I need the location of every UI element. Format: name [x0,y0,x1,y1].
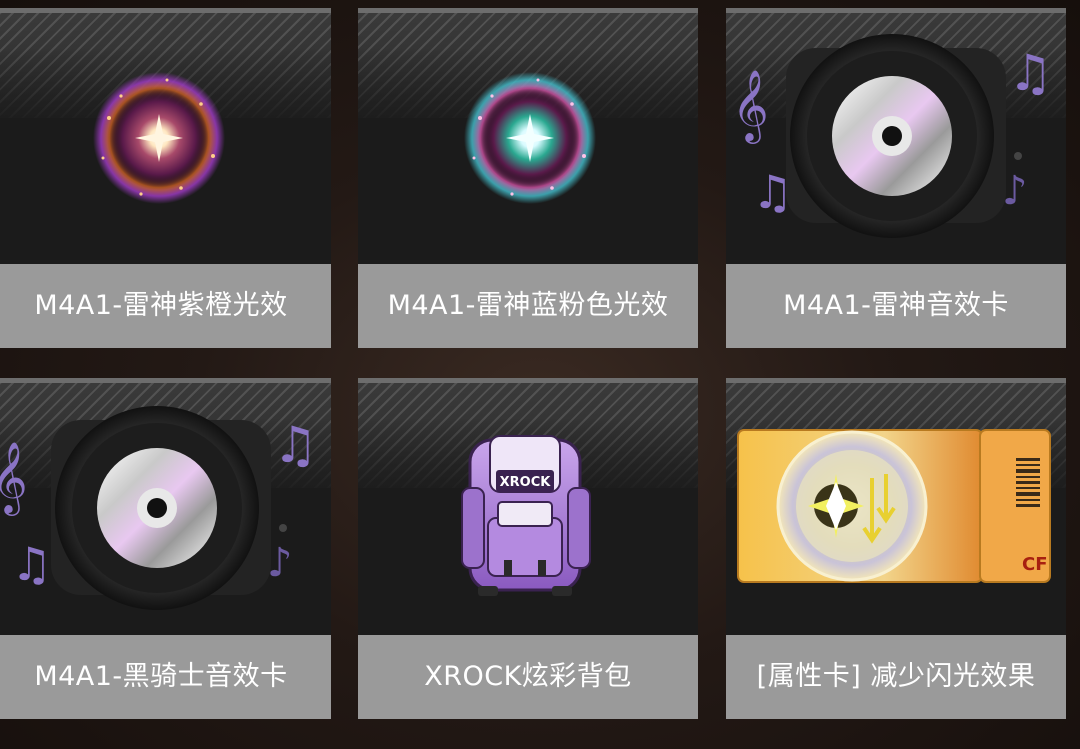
card-brand-mark: CF [1022,554,1048,575]
svg-text:♫: ♫ [273,416,318,474]
item-name-label: XROCK炫彩背包 [358,635,698,719]
svg-text:♪: ♪ [267,540,293,586]
svg-text:♫: ♫ [752,165,793,219]
item-name-label: M4A1-雷神蓝粉色光效 [358,264,698,348]
item-card-thor-blue-pink[interactable]: M4A1-雷神蓝粉色光效 [358,8,698,348]
item-name-label: M4A1-雷神紫橙光效 [0,264,331,348]
item-card-xrock-backpack[interactable]: XROCK XROCK炫彩背包 [358,378,698,719]
sound-card-disc-icon: 𝄞 ♫ ♫ ♪ [732,34,1053,238]
item-name-label: M4A1-黑骑士音效卡 [0,635,331,719]
purple-orange-glow-effect-icon [93,72,225,204]
svg-text:♫: ♫ [11,537,52,591]
svg-text:♫: ♫ [1008,44,1053,102]
backpack-icon: XROCK [461,435,591,596]
backpack-logo: XROCK [500,475,552,490]
attribute-card-flash-icon: CF [737,429,1051,583]
blue-pink-glow-effect-icon [464,72,596,204]
item-card-black-knight-sound-card[interactable]: 𝄞 ♫ ♫ ♪ M4A1-黑骑士音效卡 [0,378,331,719]
svg-text:𝄞: 𝄞 [0,440,28,516]
sound-card-disc-icon: 𝄞 ♫ ♫ ♪ [0,406,318,610]
item-name-label: M4A1-雷神音效卡 [726,264,1066,348]
svg-text:♪: ♪ [1002,168,1028,214]
svg-text:𝄞: 𝄞 [732,68,769,144]
item-name-label: [属性卡] 减少闪光效果 [726,635,1066,719]
item-card-thor-purple-orange[interactable]: M4A1-雷神紫橙光效 [0,8,331,348]
item-card-attribute-flash-reduction[interactable]: CF [属性卡] 减少闪光效果 [726,378,1066,719]
item-card-thor-sound-card[interactable]: 𝄞 ♫ ♫ ♪ M4A1-雷神音效卡 [726,8,1066,348]
